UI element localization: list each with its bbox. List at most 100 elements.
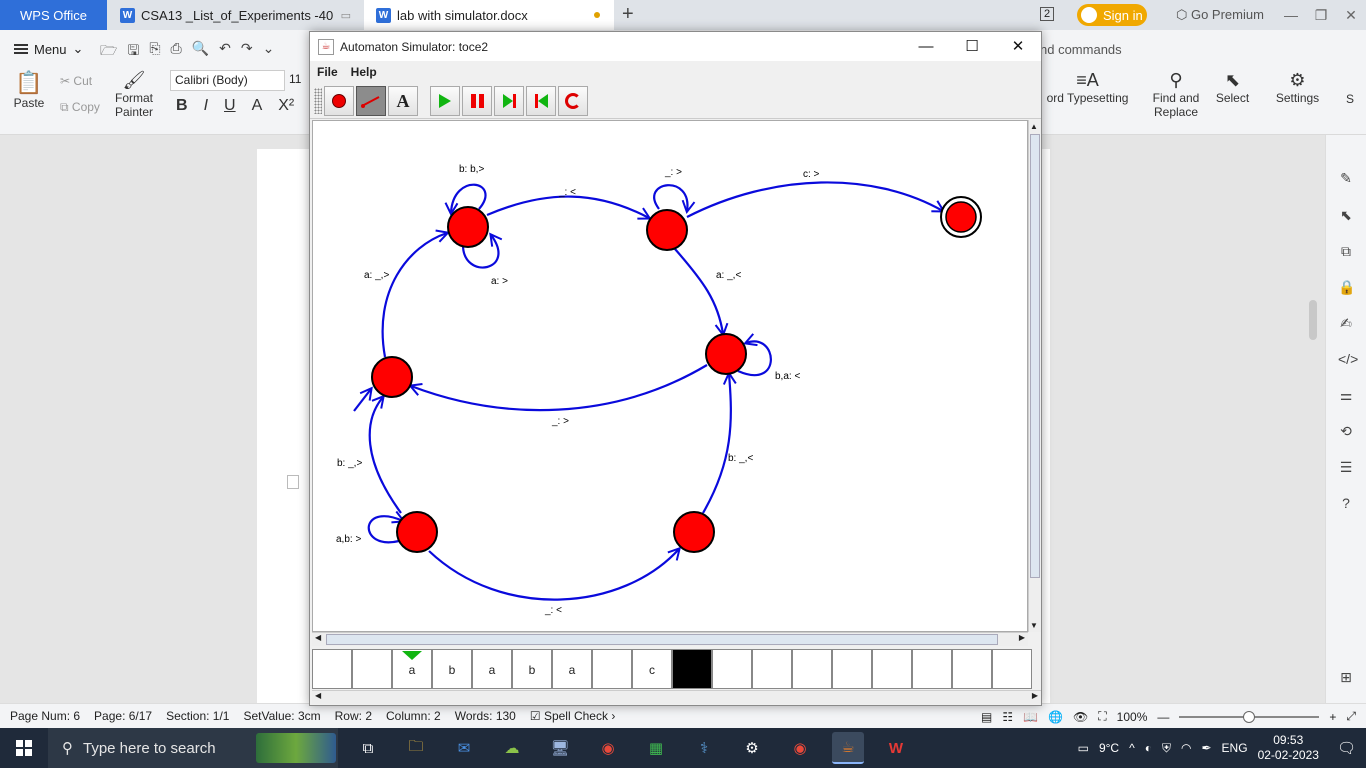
automaton-diagram[interactable]: b: b,> _: < _: > c: > a: > a: _,> a: _,< b,a: <… <box>313 121 1028 632</box>
state-q7[interactable] <box>673 511 715 553</box>
state-q2[interactable] <box>646 209 688 251</box>
transition-q6-q7[interactable] <box>428 549 679 601</box>
list-icon[interactable]: ☰ <box>1338 459 1354 475</box>
zoom-in-button[interactable]: + <box>1329 710 1336 724</box>
taskbar-search[interactable]: ⚲ Type here to search <box>48 728 338 768</box>
transition-label[interactable]: b,a: < <box>775 371 800 382</box>
transition-label[interactable]: a,b: > <box>336 534 361 545</box>
task-view-icon[interactable]: ⧉ <box>352 732 384 764</box>
scroll-right-arrow-icon[interactable]: ▶ <box>1019 633 1025 642</box>
step-back-button[interactable] <box>526 86 556 116</box>
pause-button[interactable] <box>462 86 492 116</box>
scroll-thumb[interactable] <box>1309 300 1317 340</box>
language[interactable]: ENG <box>1222 741 1248 755</box>
canvas-vertical-scrollbar[interactable]: ▲ ▼ <box>1028 120 1041 632</box>
transition-q4-q1[interactable] <box>381 233 447 358</box>
minimize-button[interactable]: — <box>903 32 949 61</box>
vertical-scroll-thumb[interactable] <box>1030 134 1040 578</box>
wps-icon[interactable]: W <box>880 732 912 764</box>
tape-cell[interactable] <box>592 649 632 689</box>
history-icon[interactable]: ⟲ <box>1338 423 1354 439</box>
text-tool-button[interactable]: A <box>388 86 418 116</box>
settings-icon[interactable]: ⚙ <box>736 732 768 764</box>
add-transition-button[interactable] <box>356 86 386 116</box>
tape-scrollbar[interactable]: ◀ ▶ <box>312 690 1041 704</box>
tape-scroll-right-icon[interactable]: ▶ <box>1032 691 1038 700</box>
spell-check-button[interactable]: ☑ Spell Check › <box>530 709 615 723</box>
dropdown-icon[interactable]: ⌄ <box>263 40 275 64</box>
tape-cell[interactable]: a <box>392 649 432 689</box>
menu-file[interactable]: File <box>317 65 338 79</box>
copy-button[interactable]: ⧉ Copy <box>60 100 100 115</box>
system-tool-icon[interactable]: 🖥 <box>544 732 576 764</box>
state-q4[interactable] <box>371 356 413 398</box>
transition-label[interactable]: _: > <box>551 416 569 427</box>
scroll-down-arrow-icon[interactable]: ▼ <box>1030 621 1038 630</box>
code-icon[interactable]: </> <box>1338 351 1358 367</box>
sliders-icon[interactable]: ⚌ <box>1338 387 1354 403</box>
tab-lab-with-simulator[interactable]: W lab with simulator.docx <box>364 0 614 30</box>
tape-cell[interactable] <box>912 649 952 689</box>
fullscreen-icon[interactable]: ⤢ <box>1346 709 1356 724</box>
fit-icon[interactable]: ⛶ <box>1098 709 1106 724</box>
cut-button[interactable]: ✂ Cut <box>60 74 92 88</box>
font-size-select[interactable]: 11 <box>287 70 311 91</box>
bold-button[interactable]: B <box>176 97 188 115</box>
tape-cell[interactable]: b <box>512 649 552 689</box>
transition-label[interactable]: a: _,> <box>364 270 389 281</box>
transition-q2-self[interactable] <box>653 184 687 211</box>
grid-icon[interactable]: ⊞ <box>1338 669 1354 685</box>
chrome-icon[interactable]: ◉ <box>592 732 624 764</box>
scroll-up-arrow-icon[interactable]: ▲ <box>1030 122 1038 131</box>
tape-cell[interactable]: c <box>632 649 672 689</box>
transition-q6-q4[interactable] <box>368 397 402 514</box>
run-button[interactable] <box>430 86 460 116</box>
tape-scroll-left-icon[interactable]: ◀ <box>315 691 321 700</box>
tape-cell[interactable] <box>952 649 992 689</box>
wps-office-tab[interactable]: WPS Office <box>0 0 107 30</box>
notification-icon[interactable]: 🗨 <box>1337 739 1356 757</box>
print-preview-icon[interactable]: 🔍 <box>192 40 209 64</box>
find-replace-button[interactable]: ⚲ Find and Replace <box>1150 70 1202 119</box>
clock[interactable]: 09:53 02-02-2023 <box>1258 733 1319 763</box>
transition-label[interactable]: _: < <box>544 605 562 616</box>
italic-button[interactable]: I <box>204 97 208 115</box>
window-count-badge[interactable]: 2 <box>1040 7 1055 21</box>
maximize-button[interactable]: ☐ <box>949 32 995 61</box>
tape-cell[interactable] <box>352 649 392 689</box>
view-mode-icon[interactable]: ▤ <box>981 710 992 724</box>
undo-icon[interactable]: ↶ <box>219 40 231 64</box>
transition-q5-q4[interactable] <box>411 364 708 412</box>
tape-cell[interactable]: a <box>552 649 592 689</box>
zoom-level[interactable]: 100% <box>1117 710 1148 724</box>
open-icon[interactable]: 🗁 <box>100 40 117 64</box>
transition-q2-q3[interactable] <box>686 181 943 218</box>
python-icon[interactable]: ⚕ <box>688 732 720 764</box>
temperature[interactable]: 9°C <box>1099 741 1119 755</box>
tape-cell[interactable]: b <box>432 649 472 689</box>
step-forward-button[interactable] <box>494 86 524 116</box>
tape-cell[interactable] <box>712 649 752 689</box>
state-q5[interactable] <box>705 333 747 375</box>
zoom-slider[interactable] <box>1179 710 1320 723</box>
spreadsheet-icon[interactable]: ▦ <box>640 732 672 764</box>
tape-cell[interactable] <box>672 649 712 689</box>
save-icon[interactable]: 🖫 <box>127 40 139 64</box>
settings-button[interactable]: ⚙ Settings <box>1270 70 1325 105</box>
chrome-profile-icon[interactable]: ◉ <box>784 732 816 764</box>
state-q1[interactable] <box>447 206 489 248</box>
tab-list-of-experiments[interactable]: W CSA13 _List_of_Experiments -40 ▭ <box>108 0 363 30</box>
tape-cell[interactable] <box>832 649 872 689</box>
transition-q1-q2[interactable] <box>486 195 649 218</box>
restore-button[interactable]: ❐ <box>1306 0 1336 30</box>
transition-label[interactable]: c: > <box>803 169 820 180</box>
eye-protection-icon[interactable]: 👁 <box>1073 710 1088 724</box>
strikethrough-button[interactable]: A <box>252 97 263 115</box>
state-q6[interactable] <box>396 511 438 553</box>
wifi-icon[interactable]: ◠ <box>1181 741 1191 755</box>
transition-label[interactable]: _: > <box>664 167 682 178</box>
transition-q4-side-arrow[interactable] <box>353 389 371 412</box>
tape-cell[interactable]: a <box>472 649 512 689</box>
close-button[interactable]: ✕ <box>1336 0 1366 30</box>
select-cursor-icon[interactable]: ⬉ <box>1338 207 1354 223</box>
